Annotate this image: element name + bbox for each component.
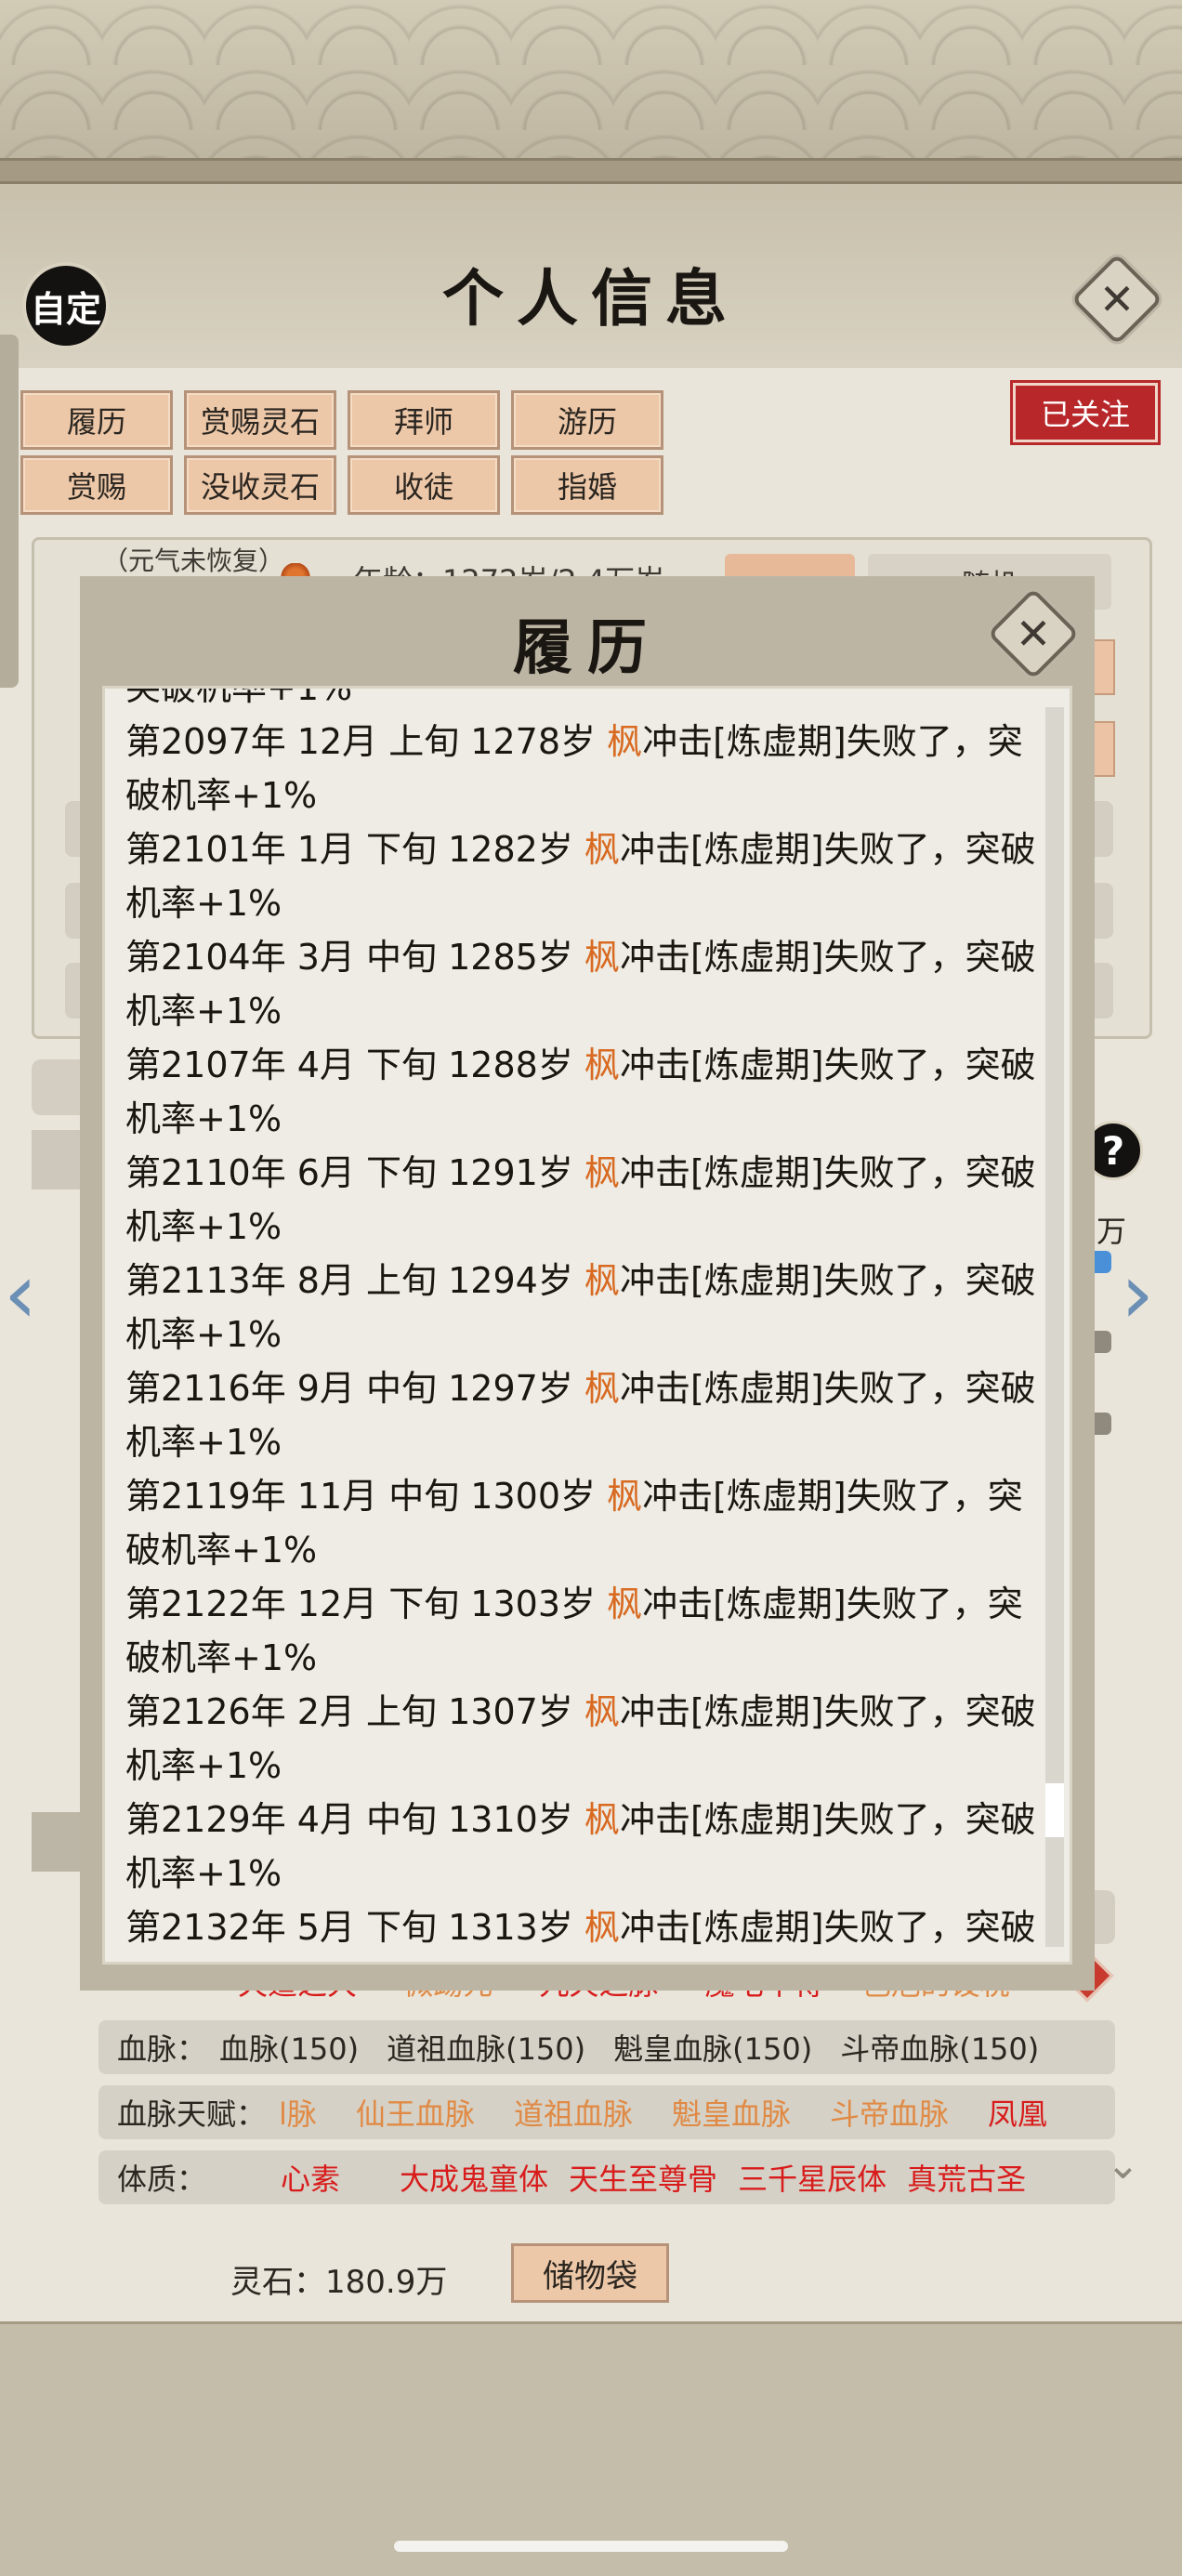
log-entry-name[interactable]: 枫 [607, 721, 642, 762]
log-entry: 第2129年 4月 中旬 1310岁 枫冲击[炼虚期]失败了，突破机率+1% [125, 1793, 1045, 1900]
bloodline-talent-item: 仙王血脉 [355, 2096, 475, 2132]
log-entry-date: 第2119年 11月 中旬 1300岁 [125, 1476, 608, 1517]
log-entry-name[interactable]: 枫 [584, 829, 620, 870]
physique-item: 真荒古圣 [907, 2162, 1027, 2197]
close-icon: ✕ [1098, 274, 1136, 324]
bottom-band [0, 2321, 1182, 2576]
take-disciple-button[interactable]: 收徒 [348, 455, 500, 515]
close-icon: ✕ [1015, 609, 1052, 659]
log-entry: 第2122年 12月 下旬 1303岁 枫冲击[炼虚期]失败了，突破机率+1% [125, 1577, 1045, 1685]
log-entry-name[interactable]: 枫 [584, 1368, 620, 1409]
log-entry-date: 第2116年 9月 中旬 1297岁 [125, 1368, 584, 1409]
chevron-down-icon[interactable]: ⌄ [1106, 2141, 1140, 2188]
home-indicator[interactable] [394, 2541, 788, 2552]
log-entry-name[interactable]: 枫 [584, 1260, 620, 1301]
log-entry-date: 第2129年 4月 中旬 1310岁 [125, 1799, 584, 1840]
log-entry: 第2104年 3月 中旬 1285岁 枫冲击[炼虚期]失败了，突破机率+1% [125, 930, 1045, 1038]
followed-button[interactable]: 已关注 [1013, 383, 1158, 442]
physique-item: 三千星辰体 [738, 2162, 887, 2197]
log-entry: 第2101年 1月 下旬 1282岁 枫冲击[炼虚期]失败了，突破机率+1% [125, 822, 1045, 930]
modal-close-button[interactable]: ✕ [987, 587, 1080, 680]
physique-row: 体质： 心素 大成鬼童体 天生至尊骨 三千星辰体 真荒古圣 [98, 2150, 1115, 2204]
log-entry: 第2113年 8月 上旬 1294岁 枫冲击[炼虚期]失败了，突破机率+1% [125, 1254, 1045, 1361]
log-entry: 第2097年 12月 上旬 1278岁 枫冲击[炼虚期]失败了，突破机率+1% [125, 715, 1045, 822]
bloodline-talent-item: l脉 [279, 2096, 317, 2132]
log-entry-text: 突破机率+1% [125, 689, 352, 708]
log-entry: 突破机率+1% [125, 689, 1045, 715]
log-entry-name[interactable]: 枫 [584, 1799, 620, 1840]
close-button[interactable]: ✕ [1070, 253, 1163, 346]
log-entry: 第2126年 2月 上旬 1307岁 枫冲击[炼虚期]失败了，突破机率+1% [125, 1685, 1045, 1793]
prev-arrow-icon[interactable]: ‹ [4, 1245, 37, 1343]
log-entry-date: 第2113年 8月 上旬 1294岁 [125, 1260, 584, 1301]
log-entry-date: 第2122年 12月 下旬 1303岁 [125, 1584, 608, 1624]
storage-bag-button[interactable]: 储物袋 [511, 2243, 669, 2303]
bloodline-row: 血脉： 血脉(150) 道祖血脉(150) 魁皇血脉(150) 斗帝血脉(150… [98, 2020, 1115, 2074]
log-entry: 第2132年 5月 下旬 1313岁 枫冲击[炼虚期]失败了，突破机率+1% [125, 1900, 1045, 1947]
bloodline-item: 血脉(150) [219, 2031, 360, 2067]
resume-button[interactable]: 履历 [20, 390, 173, 450]
log-entry-name[interactable]: 枫 [584, 937, 620, 978]
reward-spirit-stone-button[interactable]: 赏赐灵石 [184, 390, 336, 450]
log-entry-name[interactable]: 枫 [584, 1691, 620, 1732]
spirit-stone-count: 灵石：180.9万 [230, 2264, 448, 2301]
log-entry: 第2119年 11月 中旬 1300岁 枫冲击[炼虚期]失败了，突破机率+1% [125, 1469, 1045, 1577]
log-entry: 第2116年 9月 中旬 1297岁 枫冲击[炼虚期]失败了，突破机率+1% [125, 1361, 1045, 1469]
modal-title: 履历 [513, 613, 662, 683]
bloodline-item: 斗帝血脉(150) [840, 2031, 1040, 2067]
resume-log-panel[interactable]: 突破机率+1% 第2097年 12月 上旬 1278岁 枫冲击[炼虚期]失败了，突… [102, 686, 1072, 1965]
log-entry-date: 第2097年 12月 上旬 1278岁 [125, 721, 608, 762]
log-entry-date: 第2104年 3月 中旬 1285岁 [125, 937, 584, 978]
resume-log-list: 突破机率+1% 第2097年 12月 上旬 1278岁 枫冲击[炼虚期]失败了，突… [125, 689, 1045, 1947]
next-arrow-icon[interactable]: › [1121, 1245, 1154, 1343]
physique-item: 心素 [281, 2162, 341, 2197]
physique-item: 大成鬼童体 [400, 2162, 549, 2197]
log-entry-date: 第2126年 2月 上旬 1307岁 [125, 1691, 584, 1732]
apprentice-button[interactable]: 拜师 [348, 390, 500, 450]
left-edge-tab[interactable] [0, 335, 19, 688]
wave-pattern-band [0, 0, 1182, 167]
base-tab-top[interactable] [32, 1059, 87, 1115]
arrange-marriage-button[interactable]: 指婚 [511, 455, 663, 515]
physique-item: 天生至尊骨 [569, 2162, 718, 2197]
page-title: 个人信息 [442, 262, 740, 335]
bloodline-item: 道祖血脉(150) [387, 2031, 586, 2067]
log-entry-date: 第2132年 5月 下旬 1313岁 [125, 1907, 584, 1947]
log-entry-name[interactable]: 枫 [584, 1907, 620, 1947]
header-border [0, 158, 1182, 184]
log-entry: 第2110年 6月 下旬 1291岁 枫冲击[炼虚期]失败了，突破机率+1% [125, 1146, 1045, 1254]
bloodline-talent-item: 道祖血脉 [513, 2096, 633, 2132]
reward-button[interactable]: 赏赐 [20, 455, 173, 515]
physique-label: 体质： [117, 2162, 207, 2197]
bloodline-talent-item: 凤凰 [987, 2096, 1047, 2132]
bloodline-talent-row: 血脉天赋： l脉 仙王血脉 道祖血脉 魁皇血脉 斗帝血脉 凤凰 [98, 2085, 1115, 2139]
bloodline-talent-label: 血脉天赋： [117, 2096, 267, 2132]
bloodline-label: 血脉： [117, 2031, 207, 2067]
log-entry-name[interactable]: 枫 [584, 1152, 620, 1193]
bloodline-talent-item: 魁皇血脉 [671, 2096, 791, 2132]
log-entry-name[interactable]: 枫 [607, 1476, 642, 1517]
log-entry-name[interactable]: 枫 [607, 1584, 642, 1624]
log-entry-name[interactable]: 枫 [584, 1045, 620, 1085]
bloodline-talent-item: 斗帝血脉 [829, 2096, 949, 2132]
resume-log-viewport[interactable]: 突破机率+1% 第2097年 12月 上旬 1278岁 枫冲击[炼虚期]失败了，突… [125, 689, 1045, 1947]
confiscate-spirit-stone-button[interactable]: 没收灵石 [184, 455, 336, 515]
log-entry: 第2107年 4月 下旬 1288岁 枫冲击[炼虚期]失败了，突破机率+1% [125, 1038, 1045, 1146]
base-info-tab[interactable] [32, 1130, 87, 1189]
log-entry-date: 第2110年 6月 下旬 1291岁 [125, 1152, 584, 1193]
scrollbar-thumb[interactable] [1045, 1783, 1064, 1837]
person-tab[interactable] [32, 1812, 87, 1872]
vitality-status: （元气未恢复） [97, 541, 291, 578]
scrollbar-track[interactable] [1045, 707, 1064, 1947]
bloodline-item: 魁皇血脉(150) [613, 2031, 813, 2067]
log-entry-date: 第2107年 4月 下旬 1288岁 [125, 1045, 584, 1085]
log-entry-date: 第2101年 1月 下旬 1282岁 [125, 829, 584, 870]
travel-button[interactable]: 游历 [511, 390, 663, 450]
